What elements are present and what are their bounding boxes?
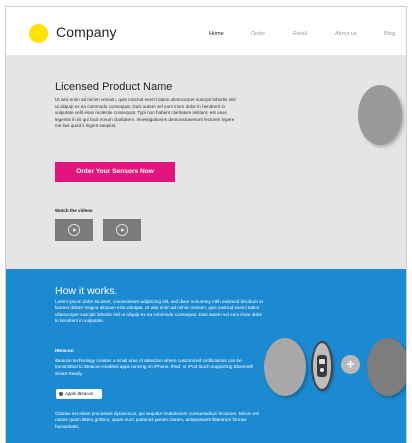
sensor-cover-image <box>264 338 306 396</box>
apple-icon <box>59 391 63 396</box>
ibeacon-heading: iBeacon <box>55 349 74 354</box>
how-it-works-section: How it works. Lorem ipsum dolor sit amet… <box>6 269 406 443</box>
nav-retail[interactable]: Retail <box>293 31 307 37</box>
videos-label: Watch the videos <box>55 208 93 213</box>
video-thumbnail-1[interactable] <box>55 219 93 241</box>
play-icon <box>116 224 128 236</box>
nav-order[interactable]: Order <box>251 31 265 37</box>
sensor-board-image <box>311 341 333 391</box>
hero-section: Licensed Product Name Ut wisi enim ad mi… <box>6 55 406 269</box>
section-closing-text: Claritas est etiam processus dynamicus, … <box>55 411 259 429</box>
brand-name[interactable]: Company <box>56 24 117 40</box>
badge-label: Apple iBeacon <box>65 391 94 396</box>
nav-blog[interactable]: Blog <box>384 31 395 37</box>
apple-ibeacon-badge: Apple iBeacon <box>56 389 102 399</box>
nav-about-us[interactable]: About us <box>335 31 357 37</box>
chip-icon <box>317 355 327 377</box>
product-title: Licensed Product Name <box>55 81 173 93</box>
video-thumbnail-2[interactable] <box>103 219 141 241</box>
site-header: Company Home Order Retail About us Blog <box>6 7 406 55</box>
logo-icon[interactable] <box>29 24 48 43</box>
product-description: Ut wisi enim ad minim veniam, quis nostr… <box>55 97 236 129</box>
ibeacon-description: iBeacon technology creates a small area … <box>55 358 254 376</box>
nav-home[interactable]: Home <box>209 31 224 37</box>
sensor-base-image <box>367 338 406 396</box>
product-image <box>358 85 402 145</box>
page-frame: Company Home Order Retail About us Blog … <box>5 6 407 443</box>
order-sensors-button[interactable]: Order Your Sensors Now <box>55 162 175 182</box>
plus-icon: + <box>341 355 360 374</box>
section-title: How it works. <box>55 285 118 297</box>
play-icon <box>68 224 80 236</box>
section-intro-text: Lorem ipsum dolor sit amet, consectetuer… <box>55 299 263 324</box>
